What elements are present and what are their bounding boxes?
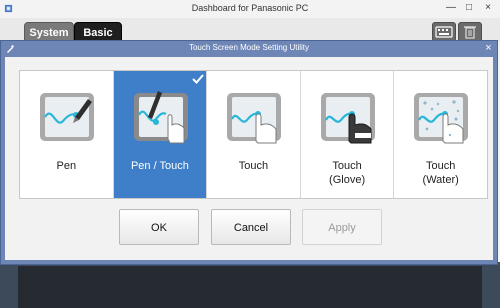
- touch-water-mode-icon: [414, 93, 469, 144]
- mode-touch-water-option[interactable]: Touch (Water): [394, 71, 487, 198]
- ok-button[interactable]: OK: [119, 209, 199, 245]
- touch-glove-mode-icon: [320, 93, 375, 144]
- mode-label-line1: Pen / Touch: [130, 160, 189, 172]
- pen-mode-icon: [40, 93, 94, 141]
- mode-touch-glove-option[interactable]: Touch (Glove): [300, 71, 395, 198]
- apply-button[interactable]: Apply: [302, 209, 382, 245]
- mode-label-line1: Touch: [238, 160, 269, 172]
- mode-label-line1: Touch: [332, 160, 362, 172]
- mode-label-line1: Pen: [56, 160, 77, 172]
- keyboard-button[interactable]: [432, 22, 456, 42]
- mode-label-line2: (Water): [422, 174, 459, 186]
- trash-icon: [464, 26, 476, 39]
- maximize-button[interactable]: □: [462, 2, 476, 14]
- dashboard-title: Dashboard for Panasonic PC: [191, 3, 309, 13]
- touch-mode-dialog: Touch Screen Mode Setting Utility × Pen: [0, 40, 498, 265]
- window-close-button[interactable]: ×: [481, 2, 495, 14]
- pen-touch-mode-icon: [133, 91, 188, 144]
- dialog-titlebar: Touch Screen Mode Setting Utility ×: [1, 41, 497, 57]
- mode-label-line1: Touch: [425, 160, 456, 172]
- mode-pen-touch-option[interactable]: Pen / Touch: [113, 71, 208, 198]
- keyboard-icon: [435, 26, 453, 38]
- touch-mode-icon: [227, 93, 282, 144]
- dashboard-bottom-content: [18, 266, 482, 308]
- dialog-title: Touch Screen Mode Setting Utility: [188, 43, 310, 52]
- mode-label-line2: (Glove): [329, 174, 366, 186]
- dialog-close-button[interactable]: ×: [483, 43, 494, 54]
- dashboard-titlebar: Dashboard for Panasonic PC — □ ×: [0, 0, 500, 19]
- checkmark-icon: [192, 74, 204, 84]
- trash-button[interactable]: [458, 22, 482, 42]
- dialog-content: Pen Pen / Touch Touch Touch (Glove) Touc…: [5, 57, 493, 260]
- cancel-button[interactable]: Cancel: [211, 209, 291, 245]
- mode-selector: Pen Pen / Touch Touch Touch (Glove) Touc…: [19, 70, 488, 199]
- minimize-button[interactable]: —: [444, 2, 458, 14]
- mode-pen-option[interactable]: Pen: [20, 71, 114, 198]
- mode-touch-option[interactable]: Touch: [207, 71, 301, 198]
